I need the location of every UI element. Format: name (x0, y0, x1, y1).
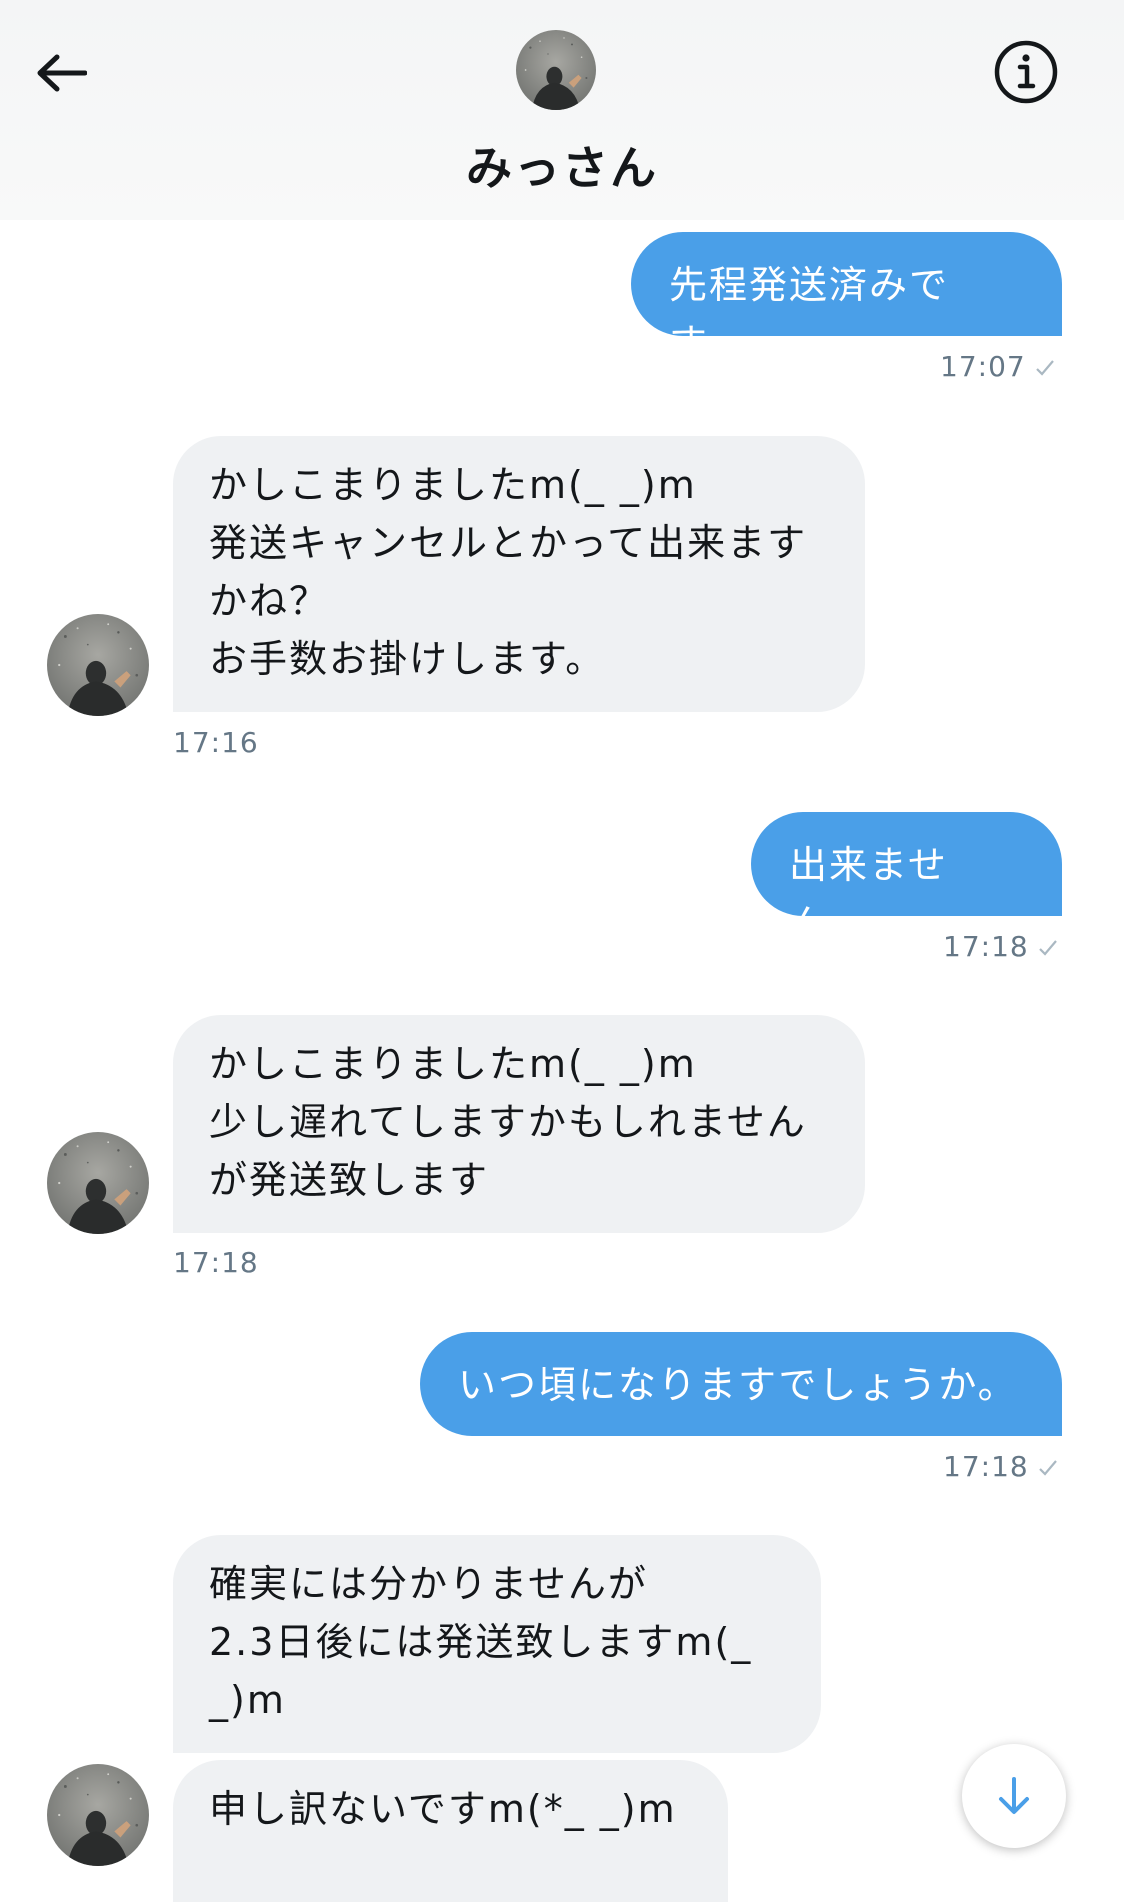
received-message-bubble[interactable]: 確実には分かりませんが 2.3日後には発送致しますm(_ _)m (173, 1535, 821, 1753)
sent-message-bubble[interactable]: いつ頃になりますでしょうか。 (420, 1332, 1062, 1436)
received-message-bubble[interactable]: かしこまりましたm(_ _)m 少し遅れてしますかもしれません が発送致します (173, 1015, 865, 1233)
back-button[interactable] (28, 40, 94, 106)
message-timestamp: 17:18 (943, 930, 1059, 963)
sent-check-icon (1038, 1460, 1057, 1476)
sent-message-bubble[interactable]: 出来ません。 (751, 812, 1062, 945)
contact-name[interactable]: みっさん (0, 132, 1124, 198)
message-timestamp: 17:18 (943, 1450, 1059, 1483)
contact-avatar-small[interactable] (47, 614, 149, 716)
sent-message-bubble[interactable]: 先程発送済みです。 (631, 232, 1062, 365)
message-timestamp: 17:07 (940, 350, 1056, 383)
received-message-bubble[interactable]: かしこまりましたm(_ _)m 発送キャンセルとかって出来ます かね？ お手数お… (173, 436, 865, 712)
contact-avatar-small[interactable] (47, 1764, 149, 1866)
sent-check-icon (1038, 940, 1057, 956)
contact-avatar-small[interactable] (47, 1132, 149, 1234)
scroll-to-bottom-button[interactable] (962, 1744, 1066, 1848)
contact-avatar[interactable] (516, 30, 596, 110)
sent-check-icon (1035, 360, 1054, 376)
info-button[interactable] (990, 36, 1062, 108)
info-circle-icon (994, 40, 1058, 104)
conversation-header: みっさん (0, 0, 1124, 220)
arrow-left-icon (37, 54, 87, 92)
message-timestamp: 17:16 (173, 726, 259, 759)
message-timestamp: 17:18 (173, 1246, 259, 1279)
received-message-bubble[interactable]: 申し訳ないですm(*_ _)m (173, 1760, 728, 1902)
arrow-down-icon (999, 1777, 1029, 1814)
